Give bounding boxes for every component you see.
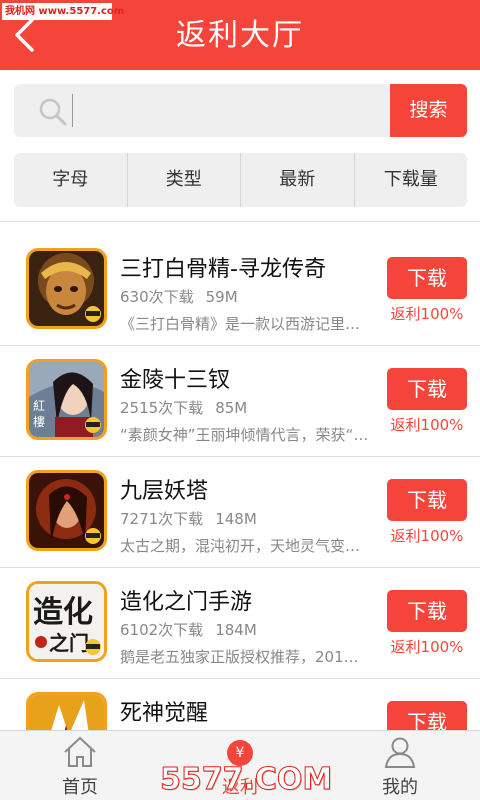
file-size: 85M	[215, 399, 248, 417]
app-description: 《三打白骨精》是一款以西游记里…	[120, 315, 361, 333]
app-description: 太古之期，混沌初开，天地灵气变…	[120, 537, 361, 555]
download-count: 630次下载	[120, 288, 194, 306]
app-name: 金陵十三钗	[120, 368, 231, 393]
download-count: 6102次下载	[120, 621, 204, 639]
svg-text:樓: 樓	[33, 414, 45, 429]
download-count: 2515次下载	[120, 399, 204, 417]
search-button[interactable]: 搜索	[390, 84, 467, 137]
search-box	[14, 84, 390, 137]
tab-newest[interactable]: 最新	[241, 153, 355, 207]
tab-downloads[interactable]: 下载量	[355, 153, 468, 207]
rebate-label: 返利100%	[390, 527, 464, 545]
svg-text:造化: 造化	[33, 595, 93, 630]
app-name: 九层妖塔	[120, 479, 209, 504]
nav-mine[interactable]: 我的	[320, 731, 480, 800]
file-size: 148M	[215, 510, 257, 528]
app-meta: 630次下载 59M	[120, 286, 238, 307]
download-button[interactable]: 下载	[387, 590, 467, 632]
download-button[interactable]: 下载	[387, 257, 467, 299]
monkey-king-icon[interactable]	[26, 248, 107, 329]
app-description: “素颜女神”王丽坤倾情代言，荣获“…	[120, 426, 369, 444]
sort-tabs: 字母 类型 最新 下载量	[14, 153, 467, 207]
tab-type[interactable]: 类型	[128, 153, 241, 207]
app-list: 三打白骨精-寻龙传奇 630次下载 59M 《三打白骨精》是一款以西游记里… 下载…	[0, 235, 480, 730]
user-icon	[384, 737, 416, 768]
download-button[interactable]: 下载	[387, 701, 467, 730]
search-input[interactable]	[72, 94, 372, 127]
rebate-label: 返利100%	[390, 638, 464, 656]
back-arrow-icon[interactable]	[12, 17, 38, 53]
calligraphy-logo-icon[interactable]: 造化 之门	[26, 581, 107, 662]
list-item[interactable]: 九层妖塔 7271次下载 148M 太古之期，混沌初开，天地灵气变… 下载 返利1…	[0, 457, 480, 568]
list-item[interactable]: 死神觉醒 下载	[0, 679, 480, 730]
home-icon	[64, 736, 96, 767]
app-meta: 2515次下载 85M	[120, 397, 247, 418]
app-description: 鹅是老五独家正版授权推荐，201…	[120, 648, 359, 666]
rebate-label: 返利100%	[390, 305, 464, 323]
file-size: 184M	[215, 621, 257, 639]
anime-warrior-icon[interactable]	[26, 692, 107, 730]
download-button[interactable]: 下载	[387, 479, 467, 521]
warrior-portrait-icon[interactable]	[26, 470, 107, 551]
rebate-label: 返利100%	[390, 416, 464, 434]
svg-text:之门: 之门	[49, 631, 89, 655]
download-count: 7271次下载	[120, 510, 204, 528]
divider	[0, 221, 480, 222]
nav-home-label: 首页	[62, 777, 98, 798]
nav-mine-label: 我的	[382, 777, 418, 798]
page-title: 返利大厅	[176, 18, 304, 53]
app-meta: 6102次下载 184M	[120, 619, 257, 640]
list-item[interactable]: 造化 之门 造化之门手游 6102次下载 184M 鹅是老五独家正版授权推荐，20…	[0, 568, 480, 679]
site-watermark-logo: 5577.COM	[160, 762, 333, 798]
download-button[interactable]: 下载	[387, 368, 467, 410]
list-item[interactable]: 紅 樓 金陵十三钗 2515次下载 85M “素颜女神”王丽坤倾情代言，荣获“… …	[0, 346, 480, 457]
app-name: 死神觉醒	[120, 701, 209, 726]
search-icon	[39, 98, 67, 126]
app-name: 造化之门手游	[120, 590, 253, 615]
tab-alphabet[interactable]: 字母	[14, 153, 128, 207]
nav-home[interactable]: 首页	[0, 731, 160, 800]
file-size: 59M	[205, 288, 238, 306]
heroine-portrait-icon[interactable]: 紅 樓	[26, 359, 107, 440]
app-meta: 7271次下载 148M	[120, 508, 257, 529]
app-header: 我机网 www.5577.com 返利大厅	[0, 0, 480, 70]
app-name: 三打白骨精-寻龙传奇	[120, 257, 326, 282]
svg-text:紅: 紅	[33, 399, 45, 413]
list-item[interactable]: 三打白骨精-寻龙传奇 630次下载 59M 《三打白骨精》是一款以西游记里… 下载…	[0, 235, 480, 346]
